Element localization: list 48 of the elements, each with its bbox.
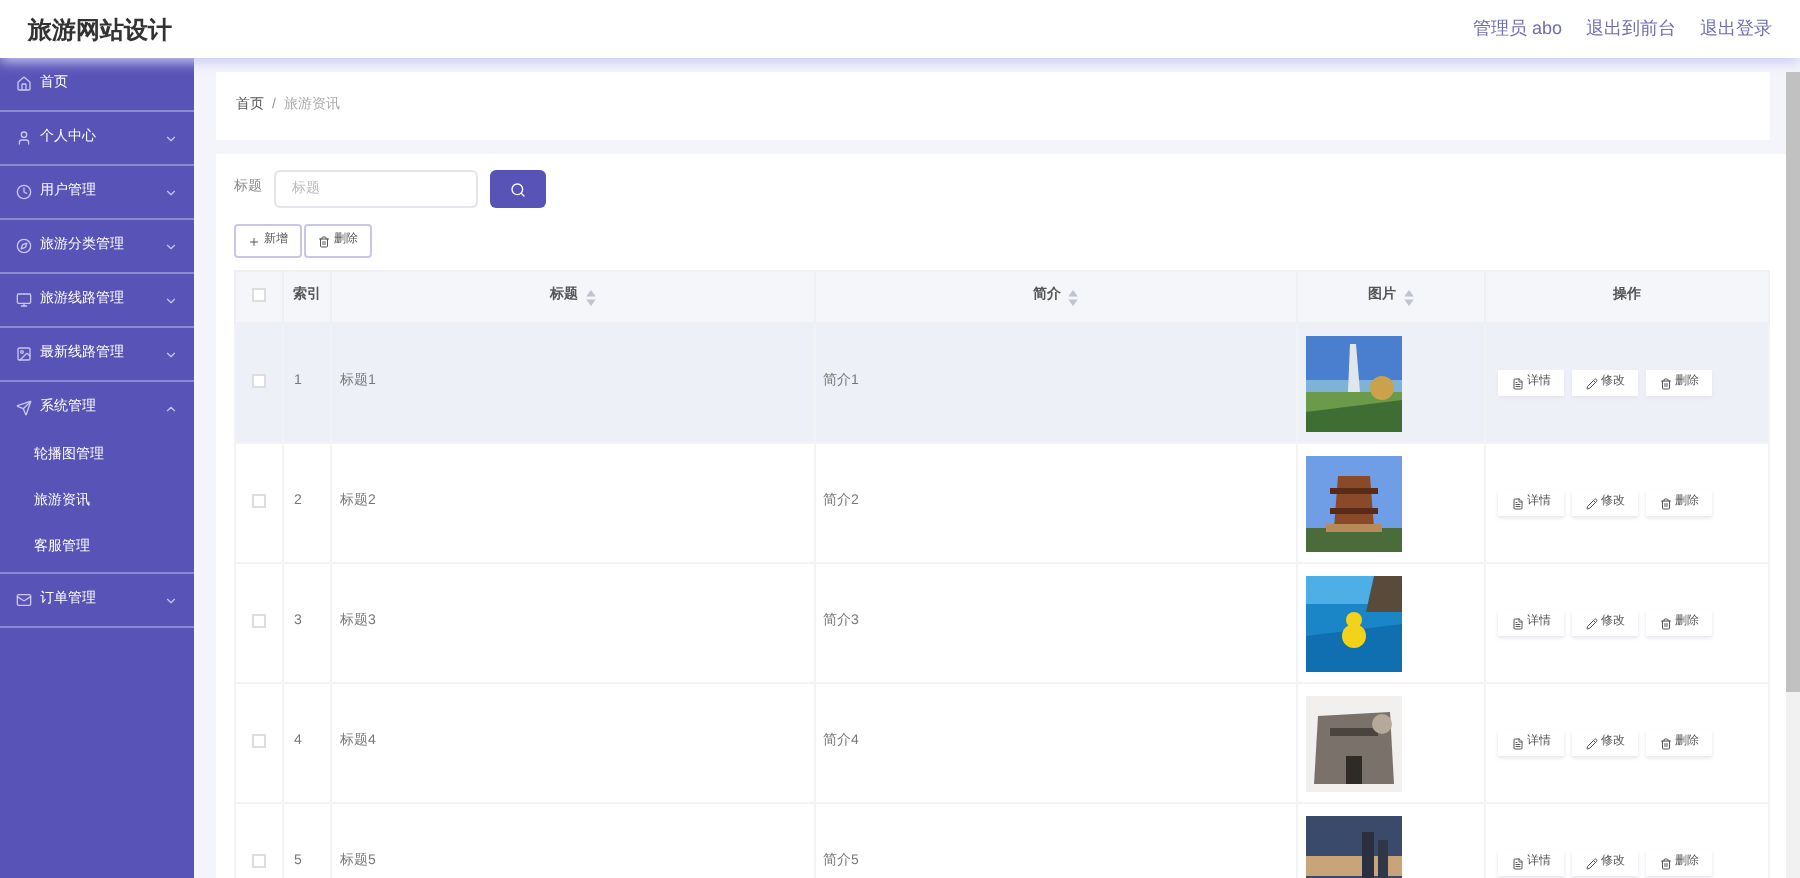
- checkbox[interactable]: [252, 853, 266, 868]
- trash-icon: [318, 235, 330, 247]
- trash-icon: [1659, 857, 1671, 869]
- pencil-icon: [1585, 617, 1597, 629]
- home-icon: [16, 76, 32, 92]
- header-link[interactable]: 退出登录: [1700, 15, 1772, 43]
- chevron-down-icon: [164, 131, 178, 145]
- mail-icon: [16, 592, 32, 608]
- clock-icon: [16, 184, 32, 200]
- document-icon: [1511, 737, 1523, 749]
- site-title: 旅游网站设计: [28, 13, 172, 47]
- sort-icon[interactable]: [585, 289, 596, 305]
- search-button[interactable]: [490, 170, 546, 208]
- chevron-down-icon: [164, 239, 178, 253]
- checkbox[interactable]: [252, 373, 266, 388]
- trash-icon: [1659, 617, 1671, 629]
- chevron-down-icon: [164, 593, 178, 607]
- sort-icon[interactable]: [1068, 289, 1079, 305]
- scrollbar[interactable]: [1786, 72, 1800, 878]
- compass-icon: [16, 238, 32, 254]
- trash-icon: [1659, 737, 1671, 749]
- checkbox[interactable]: [252, 613, 266, 628]
- trash-icon: [1659, 497, 1671, 509]
- monitor-icon: [16, 292, 32, 308]
- checkbox[interactable]: [252, 493, 266, 508]
- chevron-down-icon: [164, 293, 178, 307]
- paper-plane-icon: [16, 400, 32, 416]
- chevron-down-icon: [164, 185, 178, 199]
- header-link[interactable]: 退出到前台: [1586, 15, 1676, 43]
- chevron-down-icon: [164, 347, 178, 361]
- pencil-icon: [1585, 377, 1597, 389]
- sort-icon[interactable]: [1404, 289, 1414, 305]
- document-icon: [1511, 857, 1523, 869]
- pencil-icon: [1585, 857, 1597, 869]
- checkbox[interactable]: [252, 733, 266, 748]
- image-icon: [16, 346, 32, 362]
- search-icon: [510, 181, 526, 197]
- document-icon: [1511, 497, 1523, 509]
- plus-icon: [248, 235, 260, 247]
- user-icon: [16, 130, 32, 146]
- trash-icon: [1659, 377, 1671, 389]
- document-icon: [1511, 617, 1523, 629]
- pencil-icon: [1585, 737, 1597, 749]
- document-icon: [1511, 377, 1523, 389]
- chevron-up-icon: [164, 401, 178, 415]
- pencil-icon: [1585, 497, 1597, 509]
- checkbox[interactable]: [252, 287, 266, 302]
- header-link[interactable]: 管理员 abo: [1472, 15, 1562, 43]
